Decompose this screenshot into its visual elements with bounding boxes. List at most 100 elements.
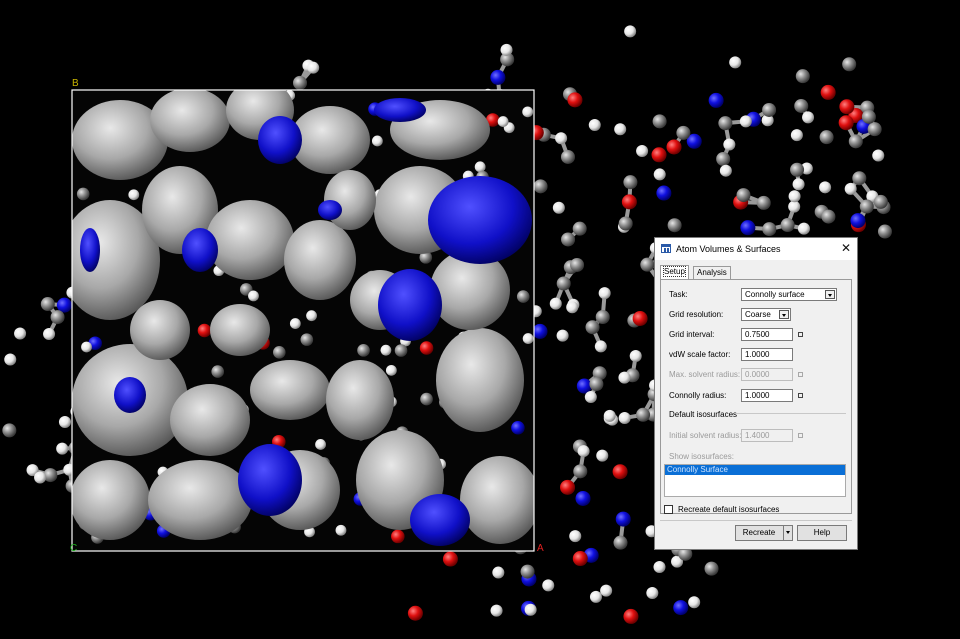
atom <box>653 168 666 181</box>
spin-icon[interactable] <box>798 393 803 398</box>
task-select[interactable]: Connolly surface <box>741 288 837 301</box>
atom <box>797 222 810 235</box>
atom <box>407 605 423 621</box>
list-item[interactable]: Connolly Surface <box>665 465 845 475</box>
atom <box>584 390 597 403</box>
atom <box>520 564 535 579</box>
isosurface-list[interactable]: Connolly Surface <box>664 464 846 497</box>
dialog-titlebar[interactable]: Atom Volumes & Surfaces ✕ <box>655 238 857 260</box>
atom <box>839 99 855 115</box>
surface-lobe-blue <box>80 228 100 272</box>
surface-lobe <box>206 200 294 280</box>
atom <box>307 61 320 74</box>
atom <box>676 125 691 140</box>
atom <box>371 135 383 147</box>
chevron-down-icon[interactable] <box>825 290 835 299</box>
dialog-title: Atom Volumes & Surfaces <box>676 244 781 254</box>
atom <box>848 134 863 149</box>
atom <box>729 56 742 69</box>
atom <box>394 344 408 357</box>
corner-label-a: A <box>537 543 544 554</box>
atom <box>248 290 259 302</box>
recreate-default-label: Recreate default isosurfaces <box>678 505 780 514</box>
atom <box>615 511 631 527</box>
atom <box>40 297 55 312</box>
atom <box>211 365 225 378</box>
atom <box>652 114 667 129</box>
atom <box>569 530 582 543</box>
grid-resolution-select[interactable]: Coarse <box>741 308 791 321</box>
atom <box>842 57 857 72</box>
atom <box>442 551 458 567</box>
surface-lobe <box>72 460 150 540</box>
atom <box>549 297 562 310</box>
atom <box>58 415 71 428</box>
atom <box>56 442 69 455</box>
window-icon <box>661 244 671 253</box>
atom <box>762 222 777 237</box>
atom <box>612 464 628 480</box>
initial-solvent-label: Initial solvent radius: <box>669 431 742 440</box>
connolly-radius-field[interactable]: 1.0000 <box>741 389 793 402</box>
atom <box>380 344 392 356</box>
atom <box>623 175 638 190</box>
atom <box>594 340 607 353</box>
atom <box>385 364 397 376</box>
atom <box>667 218 682 233</box>
surface-lobe <box>210 304 270 356</box>
atom <box>621 194 637 210</box>
atom-volumes-dialog: Atom Volumes & Surfaces ✕ Setup Analysis… <box>654 237 858 550</box>
atom <box>629 349 642 362</box>
atom <box>819 181 832 194</box>
atom <box>596 449 609 462</box>
atom <box>600 584 613 597</box>
atom <box>272 345 286 359</box>
surface-lobe-blue <box>428 176 532 264</box>
surface-lobe-blue <box>114 377 146 413</box>
spin-icon[interactable] <box>798 332 803 337</box>
atom <box>821 209 836 224</box>
atom <box>788 190 801 203</box>
atom <box>497 116 509 127</box>
surface-lobe <box>148 460 252 540</box>
atom <box>838 115 854 131</box>
chevron-down-icon[interactable] <box>779 310 789 319</box>
atom <box>656 185 672 201</box>
help-button[interactable]: Help <box>797 525 847 541</box>
atom <box>588 119 601 132</box>
atom <box>500 43 513 56</box>
atom <box>560 479 576 495</box>
atom <box>820 84 836 100</box>
atom <box>653 561 666 574</box>
connolly-radius-label: Connolly radius: <box>669 391 727 400</box>
surface-lobe-blue <box>258 116 302 164</box>
atom <box>542 579 555 592</box>
atom <box>618 216 633 231</box>
atom <box>850 213 866 229</box>
atom <box>636 407 651 422</box>
vdw-scale-field[interactable]: 1.0000 <box>741 348 793 361</box>
spin-icon <box>798 433 803 438</box>
atom <box>651 147 667 163</box>
chevron-down-icon[interactable] <box>783 525 793 541</box>
recreate-default-checkbox[interactable] <box>664 505 673 514</box>
close-icon[interactable]: ✕ <box>839 241 853 255</box>
atom <box>666 139 682 155</box>
grid-interval-field[interactable]: 0.7500 <box>741 328 793 341</box>
atom <box>335 524 347 536</box>
atom <box>575 490 591 506</box>
tab-analysis[interactable]: Analysis <box>693 266 731 279</box>
atom <box>556 329 569 342</box>
atom <box>197 323 212 338</box>
atom <box>76 187 90 201</box>
atom <box>315 439 326 450</box>
atom <box>852 171 867 186</box>
atom <box>585 320 600 335</box>
atom <box>391 529 405 544</box>
atom <box>613 535 628 550</box>
spin-icon <box>798 372 803 377</box>
atom <box>522 106 534 118</box>
atom <box>861 109 876 124</box>
tab-setup[interactable]: Setup <box>660 265 689 279</box>
atom <box>624 25 637 38</box>
